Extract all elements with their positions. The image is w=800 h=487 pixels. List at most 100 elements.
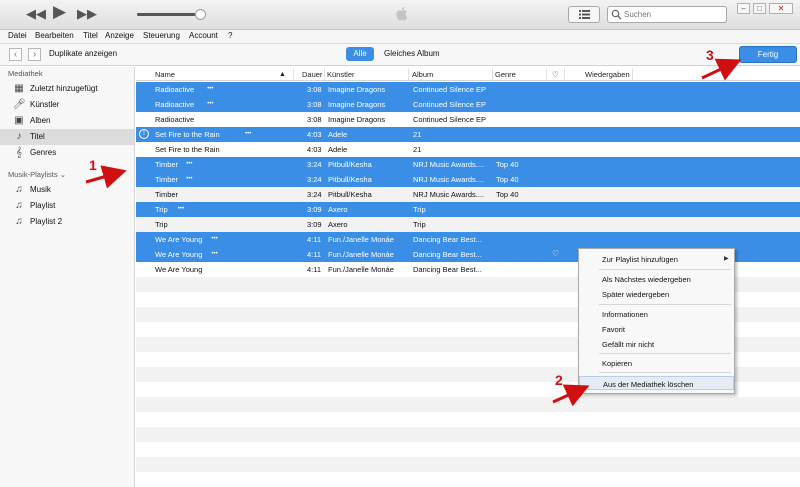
cell-genre: Top 40 — [496, 175, 519, 184]
cell-name: We Are Young — [155, 235, 203, 244]
menu-datei[interactable]: Datei — [8, 31, 27, 40]
menu-anzeige[interactable]: Anzeige — [105, 31, 134, 40]
empty-row — [136, 457, 800, 472]
maximize-button[interactable]: □ — [753, 3, 766, 14]
search-input[interactable] — [624, 8, 724, 21]
column-header-plays[interactable]: Wiedergaben — [585, 70, 630, 79]
empty-row — [136, 427, 800, 442]
sidebar-item-genres[interactable]: 𝄞 Genres — [0, 145, 134, 161]
sidebar-item-label: Alben — [30, 116, 51, 125]
cell-album: 21 — [413, 130, 422, 139]
ctx-label: Später wiedergeben — [602, 290, 670, 299]
column-header-album[interactable]: Album — [412, 70, 433, 79]
table-row[interactable]: Trip ••• 3:09 Axero Trip — [136, 202, 800, 217]
playlist-icon: ♫ — [15, 216, 23, 227]
menu-account[interactable]: Account — [189, 31, 218, 40]
sidebar-item-playlist[interactable]: ♫ Playlist — [0, 198, 134, 214]
heart-icon[interactable]: ♡ — [552, 70, 559, 79]
table-row[interactable]: Timber ••• 3:24 Pitbull/Kesha NRJ Music Awar… — [136, 157, 800, 172]
more-options-icon[interactable]: ••• — [245, 131, 251, 137]
heart-icon[interactable]: ♡ — [552, 249, 559, 258]
cell-album: Continued Silence EP — [413, 100, 486, 109]
chevron-down-icon: ⌄ — [59, 170, 66, 179]
ctx-info[interactable]: Informationen — [579, 307, 734, 321]
ctx-copy[interactable]: Kopieren — [579, 356, 734, 370]
ctx-label: Als Nächstes wiedergeben — [602, 275, 691, 284]
rewind-icon[interactable]: ◀◀ — [26, 6, 46, 22]
more-options-icon[interactable]: ••• — [178, 206, 184, 212]
column-header-artist[interactable]: Künstler — [327, 70, 355, 79]
sidebar-item-label: Genres — [30, 148, 57, 157]
sidebar-item-albums[interactable]: ▣ Alben — [0, 113, 134, 129]
sidebar-item-musik[interactable]: ♫ Musik — [0, 182, 134, 198]
sidebar-item-recent[interactable]: ▦ Zuletzt hinzugefügt — [0, 81, 134, 97]
table-row[interactable]: Timber 3:24 Pitbull/Kesha NRJ Music Awards.… — [136, 187, 800, 202]
cell-album: Trip — [413, 205, 426, 214]
ctx-play-next[interactable]: Als Nächstes wiedergeben — [579, 272, 734, 286]
volume-slider[interactable] — [137, 13, 201, 16]
sidebar-item-label: Künstler — [30, 100, 60, 109]
fast-forward-icon[interactable]: ▶▶ — [77, 6, 97, 22]
close-button[interactable]: ✕ — [769, 3, 793, 14]
done-button[interactable]: Fertig — [739, 46, 797, 63]
column-header-duration[interactable]: Dauer — [302, 70, 322, 79]
search-field[interactable] — [607, 6, 727, 23]
ctx-add-to-playlist[interactable]: Zur Playlist hinzufügen ▶ — [579, 252, 734, 266]
cell-duration: 3:09 — [307, 205, 322, 214]
more-options-icon[interactable]: ••• — [207, 86, 213, 92]
sidebar-item-playlist-2[interactable]: ♫ Playlist 2 — [0, 214, 134, 230]
cell-name: Timber — [155, 175, 179, 184]
menu-bearbeiten[interactable]: Bearbeiten — [35, 31, 74, 40]
cell-genre: Top 40 — [496, 160, 519, 169]
menu-steuerung[interactable]: Steuerung — [143, 31, 180, 40]
menu-titel[interactable]: Titel — [83, 31, 98, 40]
playlists-heading[interactable]: Musik-Playlists ⌄ — [8, 170, 66, 179]
ctx-label: Aus der Mediathek löschen — [603, 380, 694, 389]
annotation-number-3: 3 — [706, 47, 714, 63]
cell-artist: Pitbull/Kesha — [328, 160, 372, 169]
forward-button[interactable]: › — [28, 48, 41, 61]
sidebar-item-label: Zuletzt hinzugefügt — [30, 84, 98, 93]
table-row[interactable]: Radioactive ••• 3:08 Imagine Dragons Continu… — [136, 82, 800, 97]
ctx-play-later[interactable]: Später wiedergeben — [579, 287, 734, 301]
more-options-icon[interactable]: ••• — [186, 176, 192, 182]
segment-same-album[interactable]: Gleiches Album — [384, 49, 440, 58]
table-row[interactable]: Set Fire to the Rain 4:03 Adele 21 — [136, 142, 800, 157]
table-row[interactable]: We Are Young ••• 4:11 Fun./Janelle Monáe Dan… — [136, 232, 800, 247]
cell-artist: Imagine Dragons — [328, 115, 386, 124]
ctx-dislike[interactable]: Gefällt mir nicht — [579, 337, 734, 351]
table-row[interactable]: ! Set Fire to the Rain ••• 4:03 Adele 21 — [136, 127, 800, 142]
play-icon[interactable]: ▶ — [53, 3, 66, 20]
minimize-button[interactable]: – — [737, 3, 750, 14]
cell-album: Continued Silence EP — [413, 85, 486, 94]
table-header: Name ▲ Dauer Künstler Album Genre ♡ Wied… — [136, 67, 800, 81]
ctx-delete-from-library[interactable]: Aus der Mediathek löschen — [579, 376, 734, 390]
more-options-icon[interactable]: ••• — [207, 101, 213, 107]
table-row[interactable]: Timber ••• 3:24 Pitbull/Kesha NRJ Music Awar… — [136, 172, 800, 187]
ctx-favorite[interactable]: Favorit — [579, 322, 734, 336]
playlists-heading-label: Musik-Playlists — [8, 170, 58, 179]
cell-duration: 4:03 — [307, 145, 322, 154]
cell-name: Trip — [155, 205, 168, 214]
playlist-icon: ♫ — [15, 184, 23, 195]
menu-help[interactable]: ? — [228, 31, 232, 40]
segment-all[interactable]: Alle — [346, 47, 374, 61]
duplicates-title: Duplikate anzeigen — [49, 49, 118, 58]
column-header-genre[interactable]: Genre — [495, 70, 516, 79]
cell-artist: Fun./Janelle Monáe — [328, 265, 394, 274]
table-row[interactable]: Radioactive ••• 3:08 Imagine Dragons Continu… — [136, 97, 800, 112]
sidebar-item-titles[interactable]: ♪ Titel — [0, 129, 134, 145]
sidebar-item-artists[interactable]: 🎤︎ Künstler — [0, 97, 134, 113]
table-row[interactable]: Trip 3:09 Axero Trip — [136, 217, 800, 232]
more-options-icon[interactable]: ••• — [186, 161, 192, 167]
context-menu: Zur Playlist hinzufügen ▶ Als Nächstes w… — [578, 248, 735, 394]
sort-up-icon[interactable]: ▲ — [279, 71, 286, 78]
table-row[interactable]: Radioactive 3:08 Imagine Dragons Continued … — [136, 112, 800, 127]
more-options-icon[interactable]: ••• — [211, 251, 217, 257]
more-options-icon[interactable]: ••• — [211, 236, 217, 242]
cell-name: Timber — [155, 160, 179, 169]
volume-slider-knob[interactable] — [195, 9, 206, 20]
column-header-name[interactable]: Name — [155, 70, 175, 79]
back-button[interactable]: ‹ — [9, 48, 22, 61]
list-view-button[interactable] — [568, 6, 600, 23]
